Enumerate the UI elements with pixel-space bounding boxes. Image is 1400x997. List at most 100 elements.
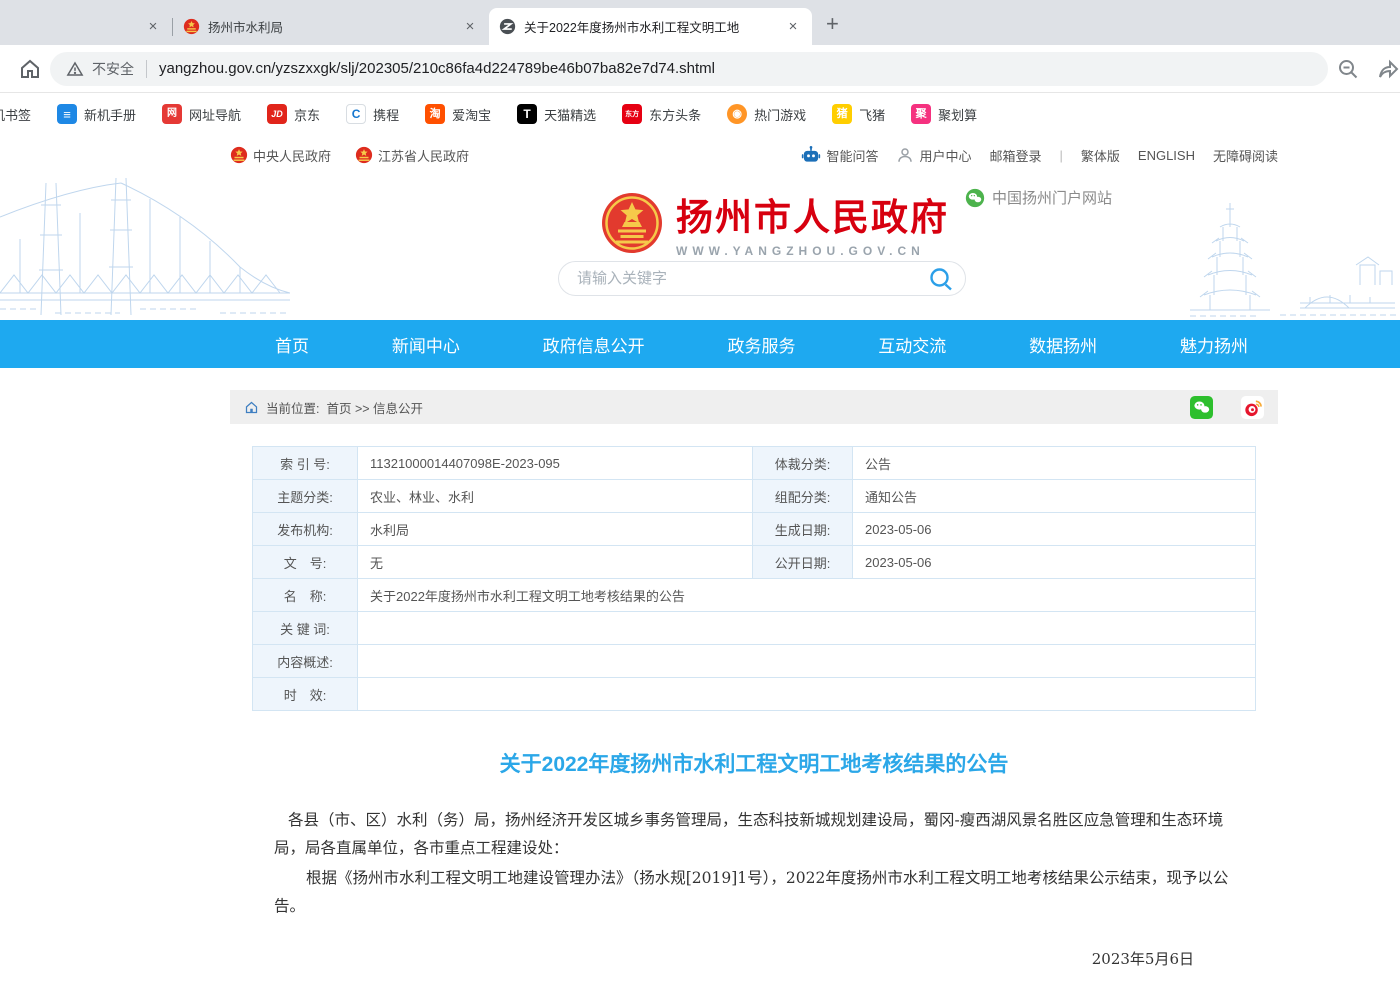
bookmark-fliggy[interactable]: 猪 飞猪 xyxy=(832,104,885,124)
user-center-link[interactable]: 用户中心 xyxy=(896,146,971,165)
link-jiangsu-government[interactable]: 江苏省人民政府 xyxy=(355,146,469,165)
bookmark-label: 机书签 xyxy=(0,105,31,124)
bookmark-manual[interactable]: ≡ 新机手册 xyxy=(57,104,136,124)
meta-value-validity xyxy=(358,678,1256,711)
bookmark-label: 聚划算 xyxy=(938,105,977,124)
meta-label: 时 效: xyxy=(253,678,358,711)
nav-home[interactable]: 首页 xyxy=(275,332,309,357)
english-link[interactable]: ENGLISH xyxy=(1138,148,1195,163)
tab-title: 关于2022年度扬州市水利工程文明工地 xyxy=(524,17,776,36)
link-label: 江苏省人民政府 xyxy=(378,146,469,165)
meta-label: 生成日期: xyxy=(753,513,853,546)
home-icon[interactable] xyxy=(18,57,42,81)
meta-value-publish-date: 2023-05-06 xyxy=(853,546,1256,579)
traditional-chinese-link[interactable]: 繁体版 xyxy=(1081,146,1120,165)
robot-icon xyxy=(801,145,821,165)
site-logo[interactable]: 扬州市人民政府 WWW.YANGZHOU.GOV.CN xyxy=(600,187,949,258)
search-icon[interactable] xyxy=(927,265,955,293)
bridge-sketch xyxy=(0,175,290,320)
meta-label: 文 号: xyxy=(253,546,358,579)
meta-value-group: 通知公告 xyxy=(853,480,1256,513)
table-row: 主题分类: 农业、林业、水利 组配分类: 通知公告 xyxy=(253,480,1256,513)
meta-value-created-date: 2023-05-06 xyxy=(853,513,1256,546)
home-breadcrumb-icon[interactable] xyxy=(244,400,259,415)
share-icon[interactable] xyxy=(1376,57,1400,81)
link-label: 邮箱登录 xyxy=(989,146,1041,165)
mailbox-login-link[interactable]: 邮箱登录 xyxy=(989,146,1041,165)
weibo-share-icon[interactable] xyxy=(1241,396,1264,419)
wechat-share-icon[interactable] xyxy=(1190,396,1213,419)
search-input[interactable] xyxy=(577,270,927,287)
portal-link[interactable]: 中国扬州门户网站 xyxy=(965,187,1112,208)
tab-partial[interactable]: × xyxy=(0,8,172,45)
table-row: 时 效: xyxy=(253,678,1256,711)
tab-active-announcement[interactable]: 关于2022年度扬州市水利工程文明工地 × xyxy=(489,8,812,45)
smart-qa-link[interactable]: 智能问答 xyxy=(801,145,878,165)
link-central-government[interactable]: 中央人民政府 xyxy=(230,146,331,165)
nav-data-yangzhou[interactable]: 数据扬州 xyxy=(1029,332,1097,357)
breadcrumb-location-label: 当前位置: xyxy=(266,398,319,417)
bookmark-games[interactable]: ◉ 热门游戏 xyxy=(727,104,806,124)
emblem-icon xyxy=(355,146,373,164)
nav-charming-yangzhou[interactable]: 魅力扬州 xyxy=(1180,332,1248,357)
tab-close-icon[interactable]: × xyxy=(784,18,802,36)
meta-value-topic: 农业、林业、水利 xyxy=(358,480,753,513)
zoom-out-icon[interactable] xyxy=(1336,57,1360,81)
bookmark-toutiao[interactable]: 东方 东方头条 xyxy=(622,104,701,124)
url-text[interactable]: yangzhou.gov.cn/yzszxxgk/slj/202305/210c… xyxy=(159,60,715,77)
utility-divider: | xyxy=(1060,148,1063,163)
content-area: 当前位置: 首页 >> 信息公开 索 引 号: 113210000144070 xyxy=(230,390,1278,997)
security-label[interactable]: 不安全 xyxy=(92,59,134,79)
meta-label: 主题分类: xyxy=(253,480,358,513)
meta-label: 名 称: xyxy=(253,579,358,612)
juhuasuan-icon: 聚 xyxy=(911,104,931,124)
taobao-icon: 淘 xyxy=(425,104,445,124)
address-bar[interactable]: 不安全 yangzhou.gov.cn/yzszxxgk/slj/202305/… xyxy=(50,52,1328,86)
bookmark-mobile[interactable]: 机书签 xyxy=(0,105,31,124)
portal-label: 中国扬州门户网站 xyxy=(992,187,1112,208)
table-row: 发布机构: 水利局 生成日期: 2023-05-06 xyxy=(253,513,1256,546)
bookmark-juhuasuan[interactable]: 聚 聚划算 xyxy=(911,104,977,124)
bookmark-nav-site[interactable]: 网 网址导航 xyxy=(162,104,241,124)
bookmark-ctrip[interactable]: C 携程 xyxy=(346,104,399,124)
bookmark-label: 新机手册 xyxy=(84,105,136,124)
bookmark-label: 飞猪 xyxy=(859,105,885,124)
meta-label: 公开日期: xyxy=(753,546,853,579)
meta-value-agency: 水利局 xyxy=(358,513,753,546)
toutiao-icon: 东方 xyxy=(622,104,642,124)
nav-news-center[interactable]: 新闻中心 xyxy=(392,332,460,357)
meta-value-genre: 公告 xyxy=(853,447,1256,480)
new-tab-button[interactable]: + xyxy=(812,11,853,45)
bookmark-label: 携程 xyxy=(373,105,399,124)
manual-icon: ≡ xyxy=(57,104,77,124)
fliggy-icon: 猪 xyxy=(832,104,852,124)
nav-gov-services[interactable]: 政务服务 xyxy=(727,332,795,357)
tab-close-icon[interactable]: × xyxy=(144,18,162,36)
tab-yangzhou-water-bureau[interactable]: 扬州市水利局 × xyxy=(173,8,489,45)
bookmark-taobao[interactable]: 淘 爱淘宝 xyxy=(425,104,491,124)
article-paragraph-basis: 根据《扬州市水利工程文明工地建设管理办法》（扬水规[2019]1号），2022年… xyxy=(274,864,1234,920)
meta-value-keywords xyxy=(358,612,1256,645)
accessibility-link[interactable]: 无障碍阅读 xyxy=(1213,146,1278,165)
article-date: 2023年5月6日 xyxy=(274,948,1234,969)
nav-interaction[interactable]: 互动交流 xyxy=(878,332,946,357)
security-warning-icon[interactable] xyxy=(66,60,84,78)
bookmark-jd[interactable]: JD 京东 xyxy=(267,104,320,124)
bookmark-label: 爱淘宝 xyxy=(452,105,491,124)
site-search xyxy=(558,261,966,296)
pagoda-sketch xyxy=(1130,175,1400,320)
link-label: 用户中心 xyxy=(919,146,971,165)
tmall-icon: T xyxy=(517,104,537,124)
link-label: 智能问答 xyxy=(826,146,878,165)
article-body: 关于2022年度扬州市水利工程文明工地考核结果的公告 各县（市、区）水利（务）局… xyxy=(274,748,1234,997)
table-row: 索 引 号: 11321000014407098E-2023-095 体裁分类:… xyxy=(253,447,1256,480)
site-url-label: WWW.YANGZHOU.GOV.CN xyxy=(676,244,949,258)
games-icon: ◉ xyxy=(727,104,747,124)
tab-close-icon[interactable]: × xyxy=(461,18,479,36)
article-title: 关于2022年度扬州市水利工程文明工地考核结果的公告 xyxy=(274,748,1234,778)
nav-gov-info-disclosure[interactable]: 政府信息公开 xyxy=(543,332,645,357)
bookmark-tmall[interactable]: T 天猫精选 xyxy=(517,104,596,124)
breadcrumb-path[interactable]: 首页 >> 信息公开 xyxy=(326,398,423,417)
article-paragraph-recipients: 各县（市、区）水利（务）局，扬州经济开发区城乡事务管理局，生态科技新城规划建设局… xyxy=(274,806,1234,862)
site-title: 扬州市人民政府 xyxy=(676,187,949,241)
